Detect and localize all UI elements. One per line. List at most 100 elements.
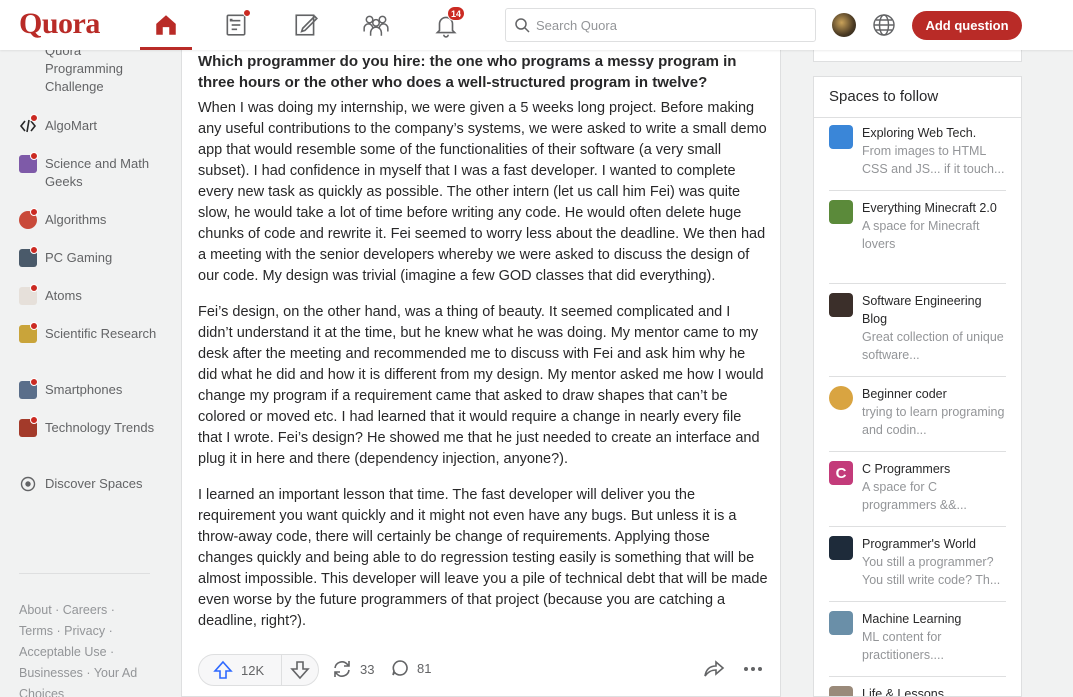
unread-dot [30,114,38,122]
vote-control: 12K [198,654,319,686]
downvote-arrow-icon [290,661,310,680]
space-suggestion[interactable]: Programmer's World You still a programme… [829,535,1006,589]
space-suggestion[interactable]: Beginner coder trying to learn programin… [829,385,1006,439]
sidebar-item-quora-programming-challenge[interactable]: Quora Programming Challenge [19,50,159,96]
sidebar-divider [19,573,150,574]
pc-gaming-icon [19,246,38,267]
answer-paragraph: When I was doing my internship, we were … [198,100,767,284]
sidebar-item-label: AlgoMart [45,118,98,133]
sidebar-item-atoms[interactable]: Atoms [19,284,159,305]
space-description: A space for Minecraft lovers [862,219,980,251]
footer-link-acceptable-use[interactable]: Acceptable Use [19,645,107,659]
language-globe-icon[interactable] [872,13,896,37]
space-description: You still a programmer? You still write … [862,555,1001,587]
following-feed-icon[interactable] [221,9,251,40]
unread-dot [30,378,38,386]
answer-paragraph: I learned an important lesson that time.… [198,487,768,629]
sidebar-item-label: Scientific Research [45,326,157,341]
space-divider [829,676,1006,677]
sidebar-item-label: Algorithms [45,212,107,227]
comment-bubble-icon [392,660,408,676]
footer-link-terms[interactable]: Terms [19,624,53,638]
space-suggestion[interactable]: Software Engineering Blog Great collecti… [829,292,1006,364]
unread-dot [30,152,38,160]
space-suggestion[interactable]: C C Programmers A space for C programmer… [829,460,1006,514]
add-question-button[interactable]: Add question [912,11,1022,40]
sidebar-item-science-and-math-geeks[interactable]: Science and Math Geeks [19,152,159,191]
share-count: 33 [360,661,375,677]
algorithms-icon [19,208,38,229]
space-suggestion[interactable]: Everything Minecraft 2.0 A space for Min… [829,199,1006,253]
space-description: From images to HTML CSS and JS... if it … [862,144,1005,176]
c-programmers-icon: C [829,461,853,485]
sidebar-item-scientific-research[interactable]: Scientific Research [19,322,159,343]
space-suggestion[interactable]: Machine Learning ML content for practiti… [829,610,1006,664]
footer-link-careers[interactable]: Careers [63,603,107,617]
footer-link-about[interactable]: About [19,603,52,617]
footer-link-privacy[interactable]: Privacy [64,624,105,638]
programmers-world-icon [829,536,853,560]
space-name[interactable]: Beginner coder [862,385,1006,403]
user-avatar[interactable] [832,13,856,37]
spaces-people-icon[interactable] [361,10,391,40]
space-name[interactable]: Programmer's World [862,535,1006,553]
upvote-button[interactable]: 12K [199,655,283,685]
space-divider [829,283,1006,284]
sidebar-item-discover-spaces[interactable]: Discover Spaces [19,475,159,493]
space-name[interactable]: C Programmers [862,460,1006,478]
sidebar-item-label: PC Gaming [45,250,113,265]
research-icon [19,322,38,343]
footer-link-businesses[interactable]: Businesses [19,666,83,680]
sidebar-item-algorithms[interactable]: Algorithms [19,208,159,229]
space-description: Great collection of unique software... [862,330,1004,362]
space-suggestion[interactable]: Life & Lessons [829,685,1006,696]
space-name[interactable]: Exploring Web Tech. [862,124,1006,142]
software-engineering-icon [829,293,853,317]
notification-count-badge: 14 [447,6,466,21]
comment-count: 81 [417,660,432,676]
upvote-count: 12K [241,662,265,678]
question-title[interactable]: Which programmer do you hire: the one wh… [198,51,768,93]
space-name[interactable]: Machine Learning [862,610,1006,628]
answer-action-bar: 12K 33 81 [182,648,780,695]
spaces-to-follow-title: Spaces to follow [829,88,939,105]
unread-dot [30,208,38,216]
downvote-button[interactable] [282,655,318,685]
space-name[interactable]: Software Engineering Blog [862,292,1006,328]
answer-pencil-icon[interactable] [291,10,321,40]
quora-logo[interactable]: Quora [19,7,100,41]
space-name[interactable]: Life & Lessons [862,685,1006,696]
space-divider [829,601,1006,602]
space-divider [829,451,1006,452]
comment-button[interactable]: 81 [390,658,431,678]
smartphone-icon [19,378,38,399]
space-name[interactable]: Everything Minecraft 2.0 [862,199,1006,217]
sidebar-item-label: Science and Math Geeks [45,156,150,189]
compass-icon [19,475,37,493]
unread-dot [30,416,38,424]
upvote-arrow-icon [213,660,233,679]
sidebar-item-algomart[interactable]: AlgoMart [19,114,159,135]
sidebar-item-smartphones[interactable]: Smartphones [19,378,159,399]
sidebar-item-label: Discover Spaces [45,476,143,491]
home-icon[interactable] [151,10,181,40]
left-sidebar: Quora Programming Challenge AlgoMart Sci… [0,50,165,697]
life-and-lessons-icon [829,686,853,696]
share-button[interactable]: 33 [331,658,374,680]
answer-body: When I was doing my internship, we were … [198,98,768,648]
space-suggestion[interactable]: Exploring Web Tech. From images to HTML … [829,124,1006,178]
search-icon [515,18,530,33]
answer-paragraph: Fei’s design, on the other hand, was a t… [198,304,764,467]
share-arrow-button[interactable] [703,658,725,680]
unread-dot [30,322,38,330]
atom-icon [19,284,38,305]
more-options-button[interactable] [742,658,764,680]
search-box[interactable] [505,8,816,42]
minecraft-icon [829,200,853,224]
space-description: trying to learn programing and codin... [862,405,1005,437]
sidebar-item-technology-trends[interactable]: Technology Trends [19,416,159,437]
sidebar-item-label: Atoms [45,288,82,303]
sidebar-item-label: Technology Trends [45,420,155,435]
search-input[interactable] [536,17,796,33]
sidebar-item-pc-gaming[interactable]: PC Gaming [19,246,159,267]
